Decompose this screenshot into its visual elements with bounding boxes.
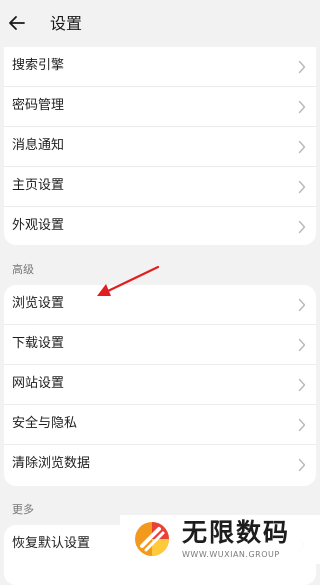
back-arrow-icon[interactable] bbox=[6, 12, 28, 34]
chevron-right-icon bbox=[298, 100, 306, 114]
section-title-more: 更多 bbox=[12, 503, 34, 516]
row-label: 消息通知 bbox=[12, 138, 65, 153]
page-title: 设置 bbox=[50, 14, 83, 33]
row-label: 主页设置 bbox=[12, 178, 65, 193]
row-label: 安全与隐私 bbox=[12, 416, 78, 431]
section-title-advanced: 高级 bbox=[12, 263, 34, 276]
setting-browsing[interactable]: 浏览设置 bbox=[4, 285, 316, 325]
setting-homepage[interactable]: 主页设置 bbox=[4, 167, 316, 207]
chevron-right-icon bbox=[298, 418, 306, 432]
row-label: 恢复默认设置 bbox=[12, 536, 91, 551]
setting-downloads[interactable]: 下载设置 bbox=[4, 325, 316, 365]
setting-security-privacy[interactable]: 安全与隐私 bbox=[4, 405, 316, 445]
watermark-brand: 无限数码 bbox=[182, 518, 291, 547]
general-settings-card: 搜索引擎 密码管理 消息通知 主页设置 外观设置 bbox=[4, 47, 316, 245]
watermark-url: WWW.WUXIAN.GROUP bbox=[182, 550, 280, 559]
watermark: 无限数码 WWW.WUXIAN.GROUP bbox=[120, 515, 320, 564]
setting-appearance[interactable]: 外观设置 bbox=[4, 207, 316, 245]
top-bar: 设置 bbox=[0, 0, 320, 48]
advanced-settings-card: 浏览设置 下载设置 网站设置 安全与隐私 清除浏览数据 bbox=[4, 285, 316, 486]
chevron-right-icon bbox=[298, 180, 306, 194]
row-label: 密码管理 bbox=[12, 98, 65, 113]
chevron-right-icon bbox=[298, 338, 306, 352]
row-label: 外观设置 bbox=[12, 218, 65, 233]
setting-clear-data[interactable]: 清除浏览数据 bbox=[4, 445, 316, 484]
chevron-right-icon bbox=[298, 60, 306, 74]
setting-password-manager[interactable]: 密码管理 bbox=[4, 87, 316, 127]
brand-logo-icon bbox=[135, 522, 169, 556]
row-label: 搜索引擎 bbox=[12, 58, 65, 73]
setting-notifications[interactable]: 消息通知 bbox=[4, 127, 316, 167]
chevron-right-icon bbox=[298, 298, 306, 312]
chevron-right-icon bbox=[298, 140, 306, 154]
row-label: 网站设置 bbox=[12, 376, 65, 391]
row-label: 下载设置 bbox=[12, 336, 65, 351]
setting-site-settings[interactable]: 网站设置 bbox=[4, 365, 316, 405]
row-label: 浏览设置 bbox=[12, 296, 65, 311]
row-label: 清除浏览数据 bbox=[12, 456, 91, 471]
chevron-right-icon bbox=[298, 458, 306, 472]
chevron-right-icon bbox=[298, 220, 306, 234]
setting-search-engine[interactable]: 搜索引擎 bbox=[4, 47, 316, 87]
chevron-right-icon bbox=[298, 378, 306, 392]
